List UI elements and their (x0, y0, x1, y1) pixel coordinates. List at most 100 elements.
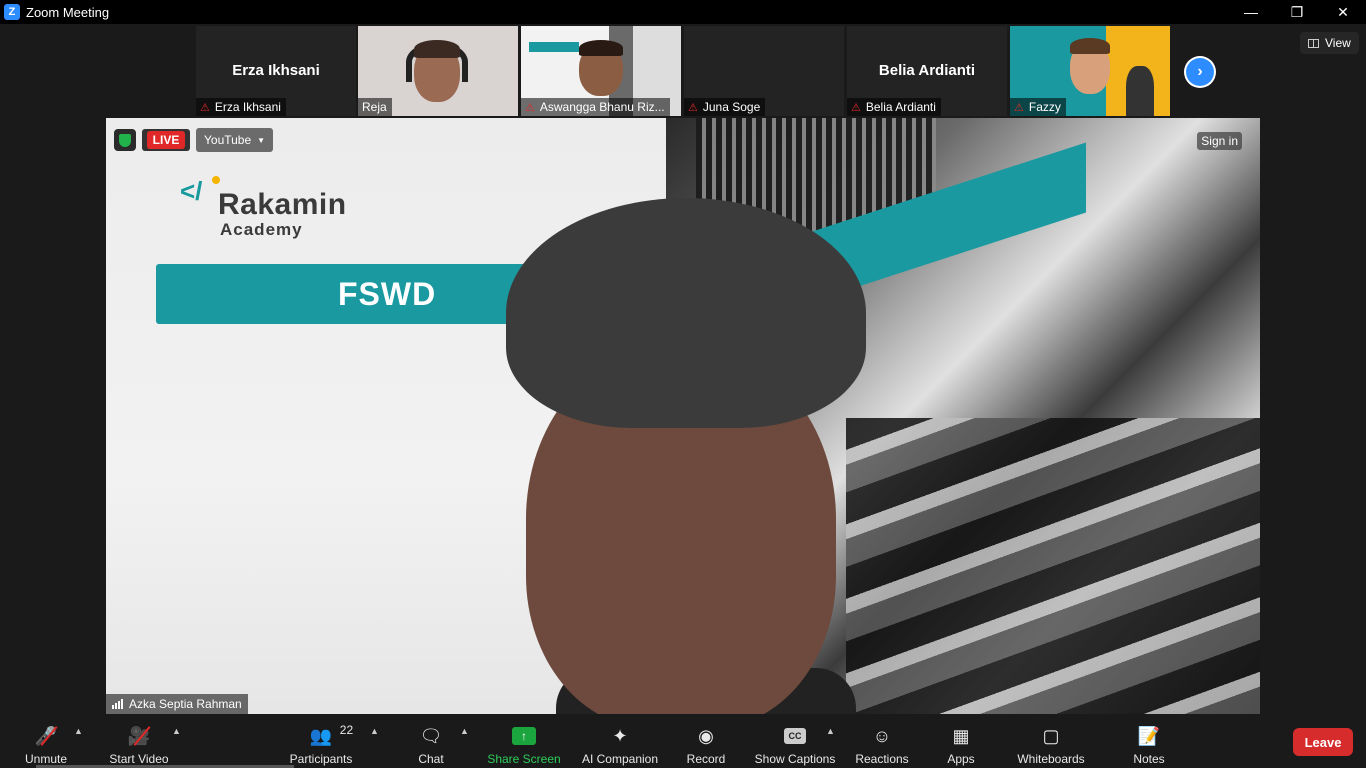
start-video-label: Start Video (109, 752, 169, 766)
mic-muted-icon: ⚠ (525, 101, 535, 114)
chat-options-caret[interactable]: ▲ (460, 726, 469, 736)
participant-name-bar: ⚠ Aswangga Bhanu Riz... (521, 98, 670, 116)
security-shield-button[interactable] (114, 129, 136, 151)
view-button[interactable]: View (1300, 32, 1359, 54)
logo-subtext: Academy (220, 220, 303, 239)
notes-icon: 📝 (1137, 725, 1161, 746)
participants-options-caret[interactable]: ▲ (370, 726, 379, 736)
participants-button[interactable]: 👥 22 Participants (288, 720, 354, 766)
microphone-muted-icon: 🎤 (34, 725, 58, 746)
share-screen-button[interactable]: ↑ Share Screen (487, 720, 561, 766)
participant-tile[interactable]: Erza Ikhsani ⚠ Erza Ikhsani (196, 26, 356, 116)
participants-icon: 👥 22 (309, 723, 354, 746)
participant-name: Fazzy (1028, 100, 1061, 114)
next-page-button[interactable]: › (1184, 56, 1216, 88)
window-title: Zoom Meeting (26, 4, 110, 20)
speaker-cap (506, 198, 866, 428)
mic-muted-icon: ⚠ (200, 101, 210, 114)
building-graphic-lower (846, 418, 1260, 714)
speaker-name-bar: Azka Septia Rahman (106, 694, 248, 714)
chevron-right-icon: › (1186, 58, 1214, 86)
whiteboard-icon: ▢ (1042, 725, 1060, 746)
captions-icon: CC (784, 728, 806, 744)
participant-name: Erza Ikhsani (214, 100, 281, 114)
participant-name: Aswangga Bhanu Riz... (539, 100, 665, 114)
captions-options-caret[interactable]: ▲ (826, 726, 835, 736)
apps-button[interactable]: ▦ Apps (946, 720, 976, 767)
caret-down-icon: ▼ (257, 135, 266, 145)
participant-tile[interactable]: ⚠ Aswangga Bhanu Riz... (521, 26, 681, 116)
minimize-icon: — (1244, 4, 1258, 20)
speaker-name: Azka Septia Rahman (129, 697, 242, 711)
participant-big-name: Belia Ardianti (878, 62, 976, 79)
chat-label: Chat (418, 752, 444, 766)
meeting-toolbar: 🎤 Unmute ▲ 🎥 Start Video ▲ 👥 22 Participa… (0, 714, 1366, 768)
zoom-app-icon: Z (4, 4, 20, 20)
stream-target-label: YouTube (204, 133, 252, 147)
notes-button[interactable]: 📝 Notes (1132, 720, 1166, 767)
video-options-caret[interactable]: ▲ (172, 726, 181, 736)
chat-button[interactable]: 🗨 Chat (414, 720, 448, 767)
share-screen-label: Share Screen (487, 752, 561, 766)
show-captions-label: Show Captions (754, 752, 836, 766)
avatar-hair (1070, 38, 1110, 54)
participant-tile[interactable]: Belia Ardianti ⚠ Belia Ardianti (847, 26, 1007, 116)
graduate-graphic (1126, 66, 1154, 116)
unmute-label: Unmute (24, 752, 68, 766)
participant-name-bar: ⚠ Juna Soge (684, 98, 766, 116)
participant-name: Juna Soge (702, 100, 761, 114)
rakamin-logo-icon: </ (180, 176, 203, 206)
notes-label: Notes (1133, 752, 1165, 766)
stream-target-dropdown[interactable]: YouTube ▼ (196, 128, 274, 152)
whiteboards-label: Whiteboards (1017, 752, 1085, 766)
active-speaker-video[interactable]: </ Rakamin Academy FSWD LIVE YouTube ▼ S… (106, 118, 1260, 714)
signal-strength-icon (112, 699, 124, 709)
sign-in-link[interactable]: Sign in (1197, 132, 1242, 150)
apps-label: Apps (947, 752, 975, 766)
show-captions-button[interactable]: CC Show Captions (754, 720, 836, 766)
participant-tile[interactable]: Reja (358, 26, 518, 116)
participant-big-name: Erza Ikhsani (232, 62, 320, 79)
shield-icon (119, 133, 131, 147)
minimize-button[interactable]: — (1228, 0, 1274, 24)
reactions-button[interactable]: ☺ Reactions (855, 720, 909, 767)
view-label: View (1325, 36, 1351, 50)
speaker-video (496, 198, 886, 714)
participant-tile[interactable]: ⚠ Juna Soge (684, 26, 844, 116)
apps-icon: ▦ (952, 725, 970, 746)
participants-label: Participants (289, 752, 353, 766)
slide-banner-thumb (529, 42, 579, 52)
close-button[interactable]: ✕ (1320, 0, 1366, 24)
live-status-row: LIVE YouTube ▼ (114, 128, 274, 152)
restore-button[interactable]: ❐ (1274, 0, 1320, 24)
unmute-button[interactable]: 🎤 Unmute (22, 720, 70, 767)
live-badge: LIVE (142, 129, 190, 151)
reactions-label: Reactions (855, 752, 909, 766)
audio-options-caret[interactable]: ▲ (74, 726, 83, 736)
grid-icon (1308, 38, 1319, 48)
whiteboards-button[interactable]: ▢ Whiteboards (1016, 720, 1086, 767)
participant-tile[interactable]: ⚠ Fazzy (1010, 26, 1170, 116)
record-icon: ◉ (698, 725, 714, 746)
record-label: Record (686, 752, 726, 766)
leave-button[interactable]: Leave (1293, 728, 1353, 756)
mic-muted-icon: ⚠ (688, 101, 698, 114)
share-screen-icon: ↑ (512, 727, 536, 745)
ai-companion-button[interactable]: ✦ AI Companion (580, 720, 660, 767)
sparkle-icon: ✦ (612, 725, 628, 746)
participant-name-bar: ⚠ Fazzy (1010, 98, 1066, 116)
participant-count: 22 (339, 723, 354, 737)
logo-dot (212, 176, 220, 184)
participant-name-bar: ⚠ Erza Ikhsani (196, 98, 286, 116)
record-button[interactable]: ◉ Record (686, 720, 726, 767)
title-bar: Z Zoom Meeting — ❐ ✕ (0, 0, 1366, 24)
start-video-button[interactable]: 🎥 Start Video (106, 720, 172, 767)
restore-icon: ❐ (1290, 3, 1304, 20)
participant-video-hair (414, 40, 460, 58)
participant-name: Belia Ardianti (865, 100, 936, 114)
mic-muted-icon: ⚠ (851, 101, 861, 114)
chat-icon: 🗨 (419, 725, 443, 746)
mic-muted-icon: ⚠ (1014, 101, 1024, 114)
avatar-hair (579, 40, 623, 56)
share-screen-icon-wrap: ↑ (512, 724, 536, 748)
